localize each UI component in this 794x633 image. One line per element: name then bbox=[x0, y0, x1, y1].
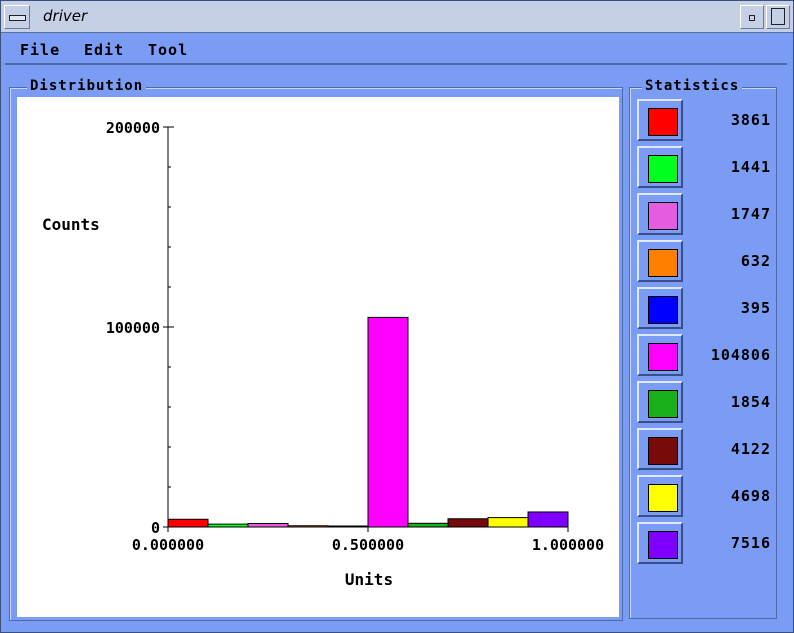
menu-bar: File Edit Tool bbox=[5, 35, 787, 65]
stat-value: 395 bbox=[740, 299, 771, 317]
stat-row: 1441 bbox=[637, 146, 773, 190]
color-swatch bbox=[648, 155, 678, 183]
color-swatch-button[interactable] bbox=[637, 475, 683, 517]
app-window: driver File Edit Tool Distribution 0 1000… bbox=[0, 0, 794, 633]
color-swatch bbox=[648, 202, 678, 230]
stat-value: 7516 bbox=[730, 534, 771, 552]
stat-value: 1854 bbox=[730, 393, 771, 411]
menu-file[interactable]: File bbox=[20, 41, 60, 59]
stat-row: 7516 bbox=[637, 522, 773, 566]
stat-row: 104806 bbox=[637, 334, 773, 378]
color-swatch-button[interactable] bbox=[637, 381, 683, 423]
color-swatch-button[interactable] bbox=[637, 334, 683, 376]
stat-value: 1441 bbox=[730, 158, 771, 176]
histogram-bar bbox=[527, 511, 569, 528]
color-swatch bbox=[648, 484, 678, 512]
color-swatch bbox=[648, 296, 678, 324]
color-swatch-button[interactable] bbox=[637, 240, 683, 282]
histogram-bar bbox=[367, 316, 409, 528]
stat-value: 3861 bbox=[730, 111, 771, 129]
histogram-chart: 0 100000 200000 0.000000 0.500000 1.000000 Cou… bbox=[42, 119, 604, 589]
minimize-icon bbox=[749, 15, 755, 21]
stat-row: 4698 bbox=[637, 475, 773, 519]
y-tick-label: 100000 bbox=[106, 319, 160, 337]
color-swatch-button[interactable] bbox=[637, 146, 683, 188]
minimize-button[interactable] bbox=[740, 5, 764, 29]
x-tick-label: 0.500000 bbox=[332, 536, 404, 554]
stat-value: 1747 bbox=[730, 205, 771, 223]
histogram-bar bbox=[487, 517, 529, 528]
x-axis-label: Units bbox=[345, 570, 393, 589]
title-bar[interactable]: driver bbox=[1, 1, 793, 33]
x-tick-label: 0.000000 bbox=[132, 536, 204, 554]
stat-value: 4698 bbox=[730, 487, 771, 505]
window-menu-button[interactable] bbox=[4, 5, 30, 29]
color-swatch bbox=[648, 343, 678, 371]
color-swatch bbox=[648, 531, 678, 559]
x-tick-label: 1.000000 bbox=[532, 536, 604, 554]
stat-row: 395 bbox=[637, 287, 773, 331]
distribution-plot: 0 100000 200000 0.000000 0.500000 1.000000 Cou… bbox=[17, 97, 619, 617]
maximize-button[interactable] bbox=[766, 5, 790, 29]
stat-row: 1747 bbox=[637, 193, 773, 237]
histogram-bar bbox=[447, 518, 489, 528]
menu-tool[interactable]: Tool bbox=[148, 41, 188, 59]
y-tick-label: 0 bbox=[151, 519, 160, 537]
color-swatch-button[interactable] bbox=[637, 287, 683, 329]
histogram-bar bbox=[247, 523, 289, 528]
stat-row: 632 bbox=[637, 240, 773, 284]
stat-row: 1854 bbox=[637, 381, 773, 425]
maximize-icon bbox=[771, 8, 785, 25]
y-tick-label: 200000 bbox=[106, 119, 160, 137]
distribution-label: Distribution bbox=[27, 78, 147, 94]
window-menu-icon bbox=[9, 15, 26, 21]
stat-value: 104806 bbox=[710, 346, 771, 364]
color-swatch bbox=[648, 437, 678, 465]
window-title: driver bbox=[43, 7, 88, 25]
color-swatch bbox=[648, 249, 678, 277]
menu-edit[interactable]: Edit bbox=[84, 41, 124, 59]
color-swatch-button[interactable] bbox=[637, 522, 683, 564]
stat-row: 3861 bbox=[637, 99, 773, 143]
stat-value: 4122 bbox=[730, 440, 771, 458]
histogram-bar bbox=[167, 518, 209, 528]
histogram-bar bbox=[407, 522, 449, 528]
statistics-label: Statistics bbox=[642, 78, 743, 94]
color-swatch bbox=[648, 108, 678, 136]
color-swatch-button[interactable] bbox=[637, 193, 683, 235]
y-axis-label: Counts bbox=[42, 215, 100, 234]
stat-value: 632 bbox=[740, 252, 771, 270]
stat-row: 4122 bbox=[637, 428, 773, 472]
color-swatch-button[interactable] bbox=[637, 428, 683, 470]
color-swatch-button[interactable] bbox=[637, 99, 683, 141]
color-swatch bbox=[648, 390, 678, 418]
